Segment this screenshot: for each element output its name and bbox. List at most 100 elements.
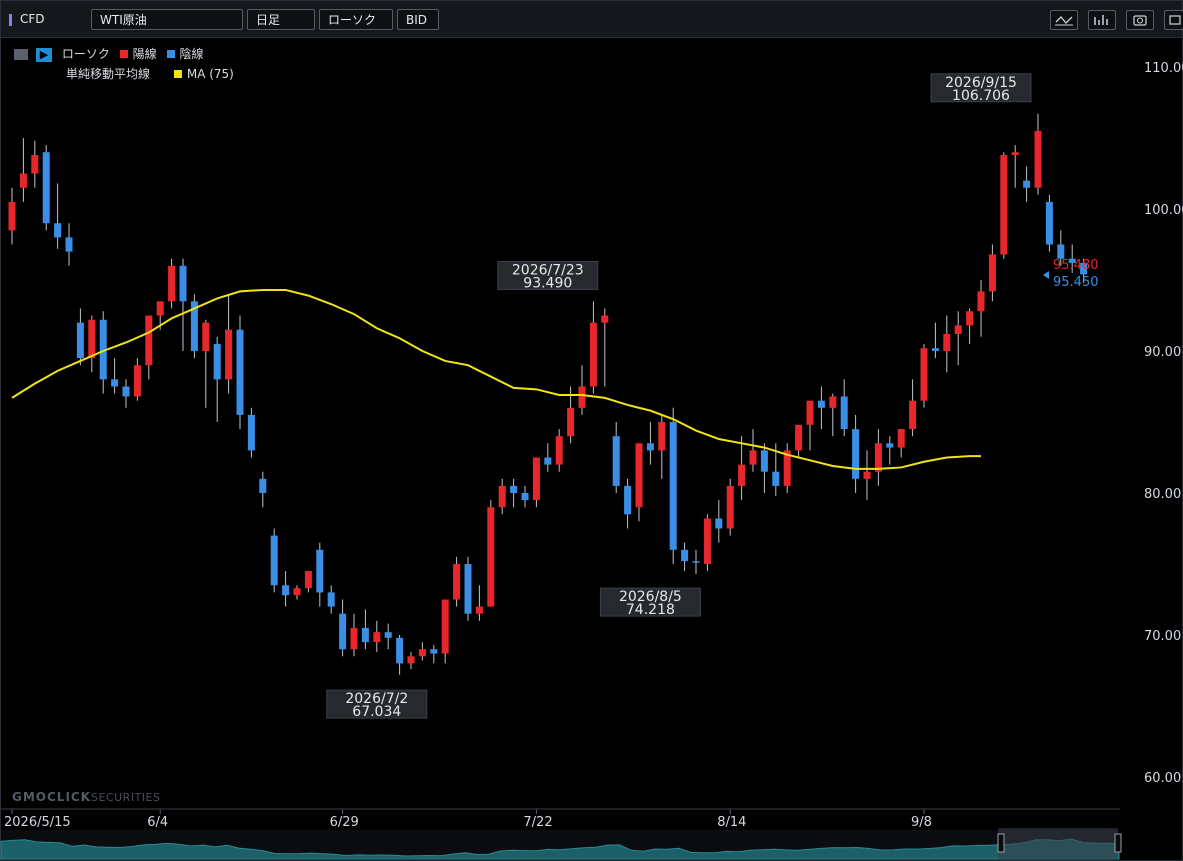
candle <box>1023 166 1031 202</box>
candle-body <box>1057 244 1065 259</box>
candle-body <box>624 485 632 515</box>
y-tick-label: 90.00 <box>1144 345 1181 360</box>
candle <box>931 322 939 359</box>
candle <box>168 258 176 309</box>
candle <box>521 485 529 508</box>
candle-body <box>863 471 871 479</box>
candle <box>840 379 848 437</box>
candle-body <box>521 493 529 501</box>
candle <box>145 315 153 380</box>
x-tick-label: 8/14 <box>717 815 746 830</box>
candle-body <box>42 152 50 224</box>
price-chart[interactable]: 110.00 100.00 90.00 80.00 70.00 60.00 2026/5/… <box>0 0 1183 861</box>
x-tick-label: 9/8 <box>911 815 932 830</box>
candle-body <box>384 632 392 638</box>
candle <box>635 443 643 522</box>
candle <box>829 393 837 437</box>
candle-body <box>772 471 780 486</box>
candle <box>76 308 84 366</box>
candle-body <box>259 478 267 493</box>
ask-price-tag: 95.450 <box>1053 275 1099 290</box>
candle <box>1034 113 1042 195</box>
candle-body <box>635 443 643 508</box>
navigator-right-handle[interactable] <box>1114 833 1122 853</box>
candle <box>920 343 928 408</box>
candle-body <box>966 311 974 326</box>
candle-body <box>418 649 426 657</box>
candle-body <box>532 457 540 501</box>
annotation-label: 2026/9/15106.706 <box>930 73 1032 104</box>
candle <box>213 336 221 422</box>
candle <box>738 436 746 501</box>
candle-body <box>544 457 552 465</box>
y-tick-label: 80.00 <box>1144 487 1181 502</box>
candle <box>715 500 723 543</box>
candle <box>852 414 860 493</box>
candle-body <box>156 301 164 316</box>
candle-body <box>669 422 677 550</box>
candle-body <box>316 549 324 593</box>
candle <box>316 542 324 607</box>
candle-body <box>396 637 404 664</box>
candle-body <box>931 348 939 351</box>
candle <box>111 358 119 394</box>
candle-body <box>703 518 711 564</box>
candle <box>54 183 62 249</box>
candle-body <box>795 424 803 451</box>
candle-body <box>749 450 757 465</box>
candle <box>65 223 73 266</box>
annotation-value: 67.034 <box>352 704 401 720</box>
candle-body <box>601 315 609 323</box>
y-tick-label: 70.00 <box>1144 629 1181 644</box>
candle <box>726 478 734 536</box>
candle <box>612 422 620 493</box>
candle-body <box>806 400 814 425</box>
annotation-value: 106.706 <box>952 88 1010 104</box>
candle <box>225 294 233 394</box>
y-tick-label: 60.00 <box>1144 771 1181 786</box>
candle <box>88 315 96 373</box>
bid-price-tag: 95.480 <box>1053 258 1099 273</box>
candle <box>1000 152 1008 259</box>
candle-body <box>567 407 575 437</box>
moving-average <box>11 288 981 470</box>
candle-body <box>453 564 461 600</box>
candle <box>589 301 597 394</box>
candle-body <box>54 223 62 238</box>
candle-body <box>475 606 483 614</box>
navigator-range-window[interactable] <box>998 828 1118 859</box>
candle <box>578 365 586 415</box>
candle <box>19 138 27 202</box>
candle-body <box>977 291 985 312</box>
candle-body <box>1023 180 1031 188</box>
candle <box>532 457 540 508</box>
candle-body <box>498 485 506 508</box>
candle-body <box>738 464 746 486</box>
candle-body <box>726 485 734 529</box>
candle <box>464 556 472 621</box>
candle <box>31 140 39 188</box>
candle <box>396 635 404 675</box>
candle-body <box>510 485 518 493</box>
candle-body <box>293 588 301 596</box>
candle <box>339 599 347 657</box>
candle <box>327 585 335 614</box>
candle-body <box>407 656 415 664</box>
candle-body <box>1034 130 1042 188</box>
candle <box>760 443 768 493</box>
candle <box>498 478 506 515</box>
navigator-left-handle[interactable] <box>997 833 1005 853</box>
candle <box>703 514 711 572</box>
candle-body <box>88 319 96 359</box>
candle-body <box>1045 201 1053 245</box>
y-tick-label: 100.00 <box>1144 203 1183 218</box>
candle-body <box>236 329 244 415</box>
candle <box>669 407 677 564</box>
candle <box>259 471 267 508</box>
candle-body <box>8 201 16 231</box>
candle <box>133 358 141 401</box>
candle-body <box>874 443 882 472</box>
candle <box>863 450 871 501</box>
x-tick-label: 6/29 <box>330 815 359 830</box>
candle <box>692 549 700 574</box>
